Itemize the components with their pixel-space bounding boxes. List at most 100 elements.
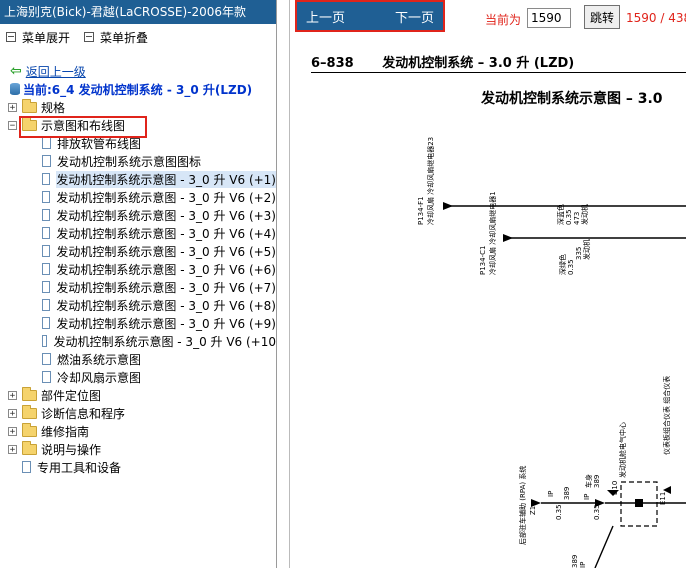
current-page-label: 当前为 xyxy=(485,13,522,27)
tree-folder[interactable]: + 部件定位图 xyxy=(0,386,276,404)
page-icon xyxy=(42,227,51,239)
collapse-icon xyxy=(84,32,95,42)
tree-item[interactable]: 发动机控制系统示意图 - 3_0 升 V6 (+3) xyxy=(0,206,276,224)
tree-item[interactable]: 发动机控制系统示意图 - 3_0 升 V6 (+4) xyxy=(0,224,276,242)
page-count: 1590 / 438 xyxy=(626,11,686,25)
ip1-gauge: 0.35 xyxy=(555,504,563,520)
tree-item-label: 发动机控制系统示意图 - 3_0 升 V6 (+7) xyxy=(56,280,276,295)
panel-divider[interactable] xyxy=(289,0,290,568)
tree-folder[interactable]: + 规格 xyxy=(0,98,276,116)
page-icon xyxy=(42,191,51,203)
tree-item[interactable]: 发动机控制系统示意图图标 xyxy=(0,152,276,170)
ip2-circuit: 389 xyxy=(593,475,601,488)
tree-item-label: 冷却风扇示意图 xyxy=(57,370,142,385)
tree-item-label: 发动机控制系统示意图 - 3_0 升 V6 (+8) xyxy=(56,298,276,313)
collapse-menu-button[interactable]: 菜单折叠 xyxy=(84,29,148,46)
bottom-ip: IP xyxy=(579,562,587,568)
jump-button[interactable]: 跳转 xyxy=(584,5,620,29)
app-title: 上海别克(Bick)-君越(LaCROSSE)-2006年款 xyxy=(0,0,276,24)
tree-item-label: 发动机控制系统示意图 - 3_0 升 V6 (+2) xyxy=(56,190,276,205)
tree-item-label: 发动机控制系统示意图 - 3_0 升 V6 (+10 xyxy=(53,334,276,349)
page-icon xyxy=(42,137,51,149)
tree-item-label: 发动机控制系统示意图 - 3_0 升 V6 (+5) xyxy=(56,244,276,259)
electrical-center-label: 发动机舱电气中心 xyxy=(618,422,627,478)
expand-menu-button[interactable]: 菜单展开 xyxy=(6,29,70,46)
tree-item[interactable]: 发动机控制系统示意图 - 3_0 升 V6 (+1) xyxy=(0,170,276,188)
wire1-circuit: 473 xyxy=(573,212,581,225)
expand-node-icon[interactable]: + xyxy=(8,444,17,454)
fan1-name: 冷却风扇 冷却风扇继电器23 xyxy=(426,137,435,225)
expand-node-icon[interactable]: + xyxy=(8,408,17,418)
page-icon xyxy=(42,263,51,275)
tree-item[interactable]: 发动机控制系统示意图 - 3_0 升 V6 (+10 xyxy=(0,332,276,350)
collapse-node-icon[interactable]: − xyxy=(8,120,17,130)
tree-item[interactable]: 专用工具和设备 xyxy=(0,458,276,476)
tree-item[interactable]: 发动机控制系统示意图 - 3_0 升 V6 (+8) xyxy=(0,296,276,314)
topic-tree: + 规格 − 示意图和布线图 排放软管布线图 发动机控制系统示意图图标 发动机控制系统示意图… xyxy=(0,98,276,476)
instrument-label: 仪表板组合仪表 组合仪表 xyxy=(662,376,671,455)
page-icon xyxy=(22,461,31,473)
page-icon xyxy=(42,299,51,311)
document-page: 6–838 发动机控制系统 – 3.0 升 (LZD) 发动机控制系统示意图 –… xyxy=(295,40,686,568)
ip2-tag: 车身 xyxy=(584,474,593,488)
tree-item-label: 发动机控制系统示意图 - 3_0 升 V6 (+1) xyxy=(56,170,276,188)
tree-folder[interactable]: + 说明与操作 xyxy=(0,440,276,458)
rpa-conn: Z1 xyxy=(529,506,537,515)
tree-item[interactable]: 发动机控制系统示意图 - 3_0 升 V6 (+5) xyxy=(0,242,276,260)
ip1-circuit: 389 xyxy=(563,487,571,500)
prev-page-button[interactable]: 上一页 xyxy=(306,7,345,26)
tree-item-label: 发动机控制系统示意图 - 3_0 升 V6 (+9) xyxy=(56,316,276,331)
tree-item-label: 规格 xyxy=(41,100,66,115)
wire-5 xyxy=(594,525,614,568)
terminal-block xyxy=(635,499,643,507)
tree-item[interactable]: 发动机控制系统示意图 - 3_0 升 V6 (+7) xyxy=(0,278,276,296)
fan2-conn: P134-C1 xyxy=(479,246,487,275)
tree-item[interactable]: 发动机控制系统示意图 - 3_0 升 V6 (+9) xyxy=(0,314,276,332)
tree-item-label: 发动机控制系统示意图 - 3_0 升 V6 (+3) xyxy=(56,208,276,223)
tree-item-label: 部件定位图 xyxy=(41,388,102,403)
e11-label: E11 xyxy=(659,492,667,505)
folder-icon xyxy=(22,404,37,419)
back-link[interactable]: 返回上一级 xyxy=(26,63,86,80)
tree-folder[interactable]: + 诊断信息和程序 xyxy=(0,404,276,422)
expand-node-icon[interactable]: + xyxy=(8,426,17,436)
tree-item[interactable]: 冷却风扇示意图 xyxy=(0,368,276,386)
wire2-gauge: 0.35 xyxy=(567,259,575,275)
tree-item-label: 发动机控制系统示意图 - 3_0 升 V6 (+6) xyxy=(56,262,276,277)
fan1-label: P134-F1 xyxy=(417,196,425,225)
folder-icon xyxy=(22,386,37,401)
tree-item-label: 发动机控制系统示意图图标 xyxy=(57,154,202,169)
connector-arrow-2 xyxy=(503,234,513,242)
page-icon xyxy=(42,173,51,185)
tree-item-label: 燃油系统示意图 xyxy=(57,352,142,367)
tree-item-label: 诊断信息和程序 xyxy=(41,406,126,421)
expand-menu-label: 菜单展开 xyxy=(22,30,71,45)
expand-icon xyxy=(6,32,16,42)
page-number-input[interactable] xyxy=(527,8,571,28)
ip2-gauge: 0.35 xyxy=(593,504,601,520)
tree-item-label: 维修指南 xyxy=(41,424,90,439)
rpa-label: 后部驻车辅助 (RPA) 系统 xyxy=(518,466,527,545)
tree-item[interactable]: 燃油系统示意图 xyxy=(0,350,276,368)
expand-node-icon[interactable]: + xyxy=(8,102,17,112)
tree-item[interactable]: 发动机控制系统示意图 - 3_0 升 V6 (+6) xyxy=(0,260,276,278)
folder-icon xyxy=(22,98,37,113)
next-page-button[interactable]: 下一页 xyxy=(395,7,434,26)
fan2-name: 冷却风扇 冷却风扇继电器1 xyxy=(488,191,497,275)
page-icon xyxy=(42,317,51,329)
page-icon xyxy=(42,371,51,383)
tree-item-label: 说明与操作 xyxy=(41,442,102,457)
ip1-label: IP xyxy=(547,491,555,497)
database-icon xyxy=(10,83,20,95)
tree-item[interactable]: 发动机控制系统示意图 - 3_0 升 V6 (+2) xyxy=(0,188,276,206)
page-icon xyxy=(42,245,51,257)
wire1-tag: 发动机 xyxy=(580,204,589,225)
folder-icon xyxy=(22,440,37,455)
tree-folder[interactable]: + 维修指南 xyxy=(0,422,276,440)
page-icon xyxy=(42,335,48,347)
expand-node-icon[interactable]: + xyxy=(8,390,17,400)
current-location: 当前:6_4 发动机控制系统 - 3_0 升(LZD) xyxy=(0,80,276,98)
tree-item-label: 专用工具和设备 xyxy=(37,460,122,475)
bottom-circuit: 389 xyxy=(571,555,579,568)
page-icon xyxy=(42,155,51,167)
